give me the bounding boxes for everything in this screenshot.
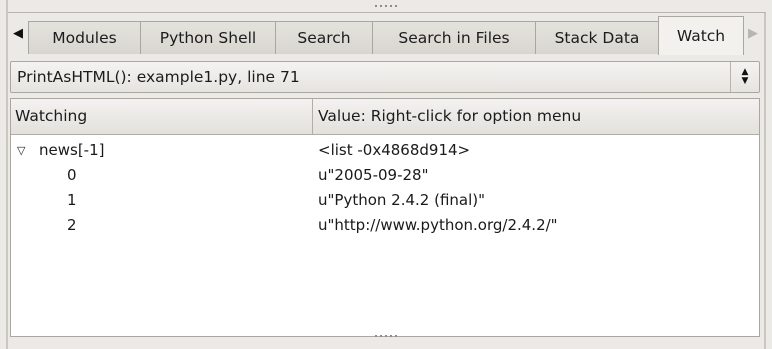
watch-expression: 0	[67, 166, 77, 184]
expanded-triangle-icon[interactable]: ▽	[17, 138, 25, 163]
right-border	[764, 0, 766, 349]
splitter-grip-icon	[375, 5, 399, 7]
tab-watch[interactable]: Watch	[658, 16, 744, 55]
list-item[interactable]: 1 u"Python 2.4.2 (final)"	[11, 188, 759, 213]
tab-modules[interactable]: Modules	[28, 21, 141, 54]
stack-location-value: PrintAsHTML(): example1.py, line 71	[17, 68, 300, 86]
watch-value: u"http://www.python.org/2.4.2/"	[318, 216, 558, 234]
tab-strip: ◀ Modules Python Shell Search Search in …	[8, 13, 764, 55]
watch-expression: news[-1]	[39, 141, 105, 159]
splitter-grip-icon	[375, 335, 399, 337]
top-splitter[interactable]	[8, 0, 766, 13]
stack-location-select[interactable]: PrintAsHTML(): example1.py, line 71 ▲ ▼	[10, 61, 760, 93]
column-header-watching[interactable]: Watching	[11, 99, 313, 134]
tab-search[interactable]: Search	[275, 21, 373, 54]
tab-scroll-left-icon[interactable]: ◀	[8, 13, 28, 54]
tab-python-shell[interactable]: Python Shell	[140, 21, 276, 54]
spin-up-down-icon[interactable]: ▲ ▼	[730, 62, 759, 92]
list-item[interactable]: 2 u"http://www.python.org/2.4.2/"	[11, 213, 759, 238]
tab-stack-data[interactable]: Stack Data	[535, 21, 659, 54]
watch-value: <list -0x4868d914>	[318, 141, 471, 159]
list-item[interactable]: ▽ news[-1] <list -0x4868d914>	[11, 138, 759, 163]
tab-search-in-files[interactable]: Search in Files	[372, 21, 536, 54]
watch-value: u"2005-09-28"	[318, 166, 429, 184]
list-header: Watching Value: Right-click for option m…	[11, 99, 759, 135]
watch-expression: 1	[67, 191, 77, 209]
watch-expression: 2	[67, 216, 77, 234]
list-item[interactable]: 0 u"2005-09-28"	[11, 163, 759, 188]
watch-panel: PrintAsHTML(): example1.py, line 71 ▲ ▼ W…	[8, 55, 764, 349]
tab-scroll-right-icon[interactable]: ▶	[743, 13, 763, 54]
bottom-splitter[interactable]	[8, 333, 766, 343]
watch-list[interactable]: Watching Value: Right-click for option m…	[10, 98, 760, 337]
watch-value: u"Python 2.4.2 (final)"	[318, 191, 486, 209]
watch-tool-window: ◀ Modules Python Shell Search Search in …	[0, 0, 772, 349]
column-header-value[interactable]: Value: Right-click for option menu	[313, 99, 759, 134]
